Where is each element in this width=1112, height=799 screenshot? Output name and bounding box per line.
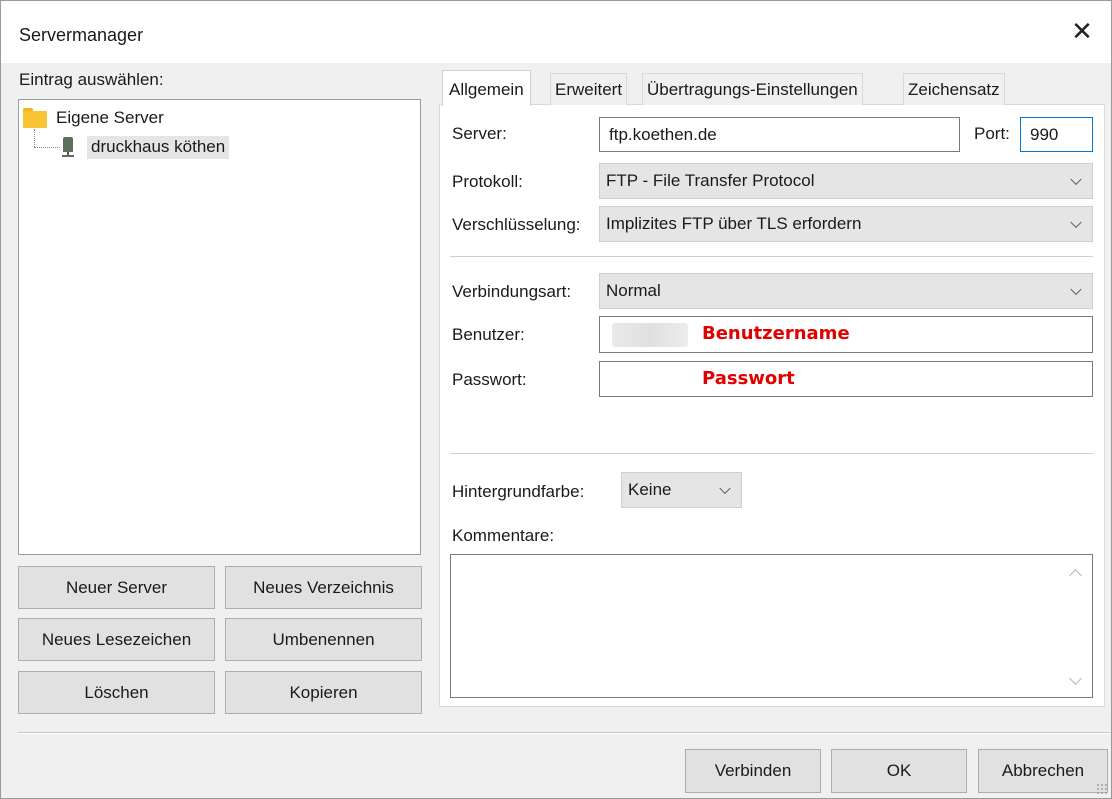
port-label: Port: (974, 124, 1010, 143)
comments-label: Kommentare: (452, 526, 555, 545)
tree-item-label: druckhaus köthen (87, 135, 230, 159)
chevron-down-icon (719, 482, 731, 495)
encryption-select[interactable]: Implizites FTP über TLS erfordern (599, 206, 1093, 242)
new-server-button[interactable]: Neuer Server (18, 566, 215, 609)
bgcolor-label: Hintergrundfarbe: (452, 482, 585, 501)
tab-advanced[interactable]: Erweitert (550, 73, 628, 105)
tree-item-label: Eigene Server (56, 108, 164, 127)
protocol-value: FTP - File Transfer Protocol (606, 171, 815, 190)
rename-button[interactable]: Umbenennen (225, 618, 422, 661)
new-bookmark-button[interactable]: Neues Lesezeichen (18, 618, 215, 661)
username-annotation: Benutzername (702, 323, 850, 344)
server-label: Server: (452, 124, 507, 143)
close-icon[interactable]: ✕ (1067, 17, 1097, 47)
folder-icon (23, 108, 47, 128)
server-value: ftp.koethen.de (609, 124, 717, 144)
resize-grip-icon[interactable] (1096, 783, 1108, 795)
comments-textarea[interactable] (450, 554, 1093, 698)
ok-button[interactable]: OK (831, 749, 967, 793)
tab-charset[interactable]: Zeichensatz (903, 73, 1005, 105)
bgcolor-value: Keine (628, 480, 672, 499)
port-value: 990 (1030, 124, 1059, 144)
server-manager-window: Servermanager ✕ Eintrag auswählen: Eigen… (0, 0, 1112, 799)
scroll-down-icon[interactable] (1069, 672, 1082, 685)
tree-label: Eintrag auswählen: (19, 70, 164, 89)
logon-type-value: Normal (606, 281, 661, 300)
password-input[interactable] (599, 361, 1093, 397)
chevron-down-icon (1070, 216, 1082, 229)
window-title: Servermanager (19, 25, 144, 45)
separator (450, 453, 1093, 454)
scroll-up-icon[interactable] (1069, 569, 1082, 582)
server-tree[interactable]: Eigene Server druckhaus köthen (18, 99, 421, 555)
delete-button[interactable]: Löschen (18, 671, 215, 714)
tab-transfer-settings[interactable]: Übertragungs-Einstellungen (642, 73, 863, 105)
tree-item-my-servers[interactable]: Eigene Server (23, 107, 164, 129)
encryption-value: Implizites FTP über TLS erfordern (606, 214, 862, 233)
server-icon (62, 137, 74, 157)
password-annotation: Passwort (702, 368, 795, 389)
encryption-label: Verschlüsselung: (452, 215, 581, 234)
protocol-select[interactable]: FTP - File Transfer Protocol (599, 163, 1093, 199)
chevron-down-icon (1070, 173, 1082, 186)
tree-connector-line (34, 147, 60, 148)
tree-item-server[interactable]: druckhaus köthen (62, 135, 230, 159)
password-label: Passwort: (452, 370, 527, 389)
server-input[interactable]: ftp.koethen.de (599, 117, 960, 152)
logon-type-label: Verbindungsart: (452, 282, 572, 301)
new-folder-button[interactable]: Neues Verzeichnis (225, 566, 422, 609)
cancel-button[interactable]: Abbrechen (978, 749, 1108, 793)
user-label: Benutzer: (452, 325, 525, 344)
protocol-label: Protokoll: (452, 172, 523, 191)
copy-button[interactable]: Kopieren (225, 671, 422, 714)
title-bar: Servermanager ✕ (1, 1, 1111, 63)
footer-separator-highlight (18, 733, 1111, 734)
tab-general[interactable]: Allgemein (442, 70, 531, 106)
chevron-down-icon (1070, 283, 1082, 296)
redacted-username (612, 323, 688, 347)
connect-button[interactable]: Verbinden (685, 749, 821, 793)
bgcolor-select[interactable]: Keine (621, 472, 742, 508)
separator (450, 256, 1093, 257)
logon-type-select[interactable]: Normal (599, 273, 1093, 309)
tree-connector-line (34, 129, 35, 147)
port-input[interactable]: 990 (1020, 117, 1093, 152)
